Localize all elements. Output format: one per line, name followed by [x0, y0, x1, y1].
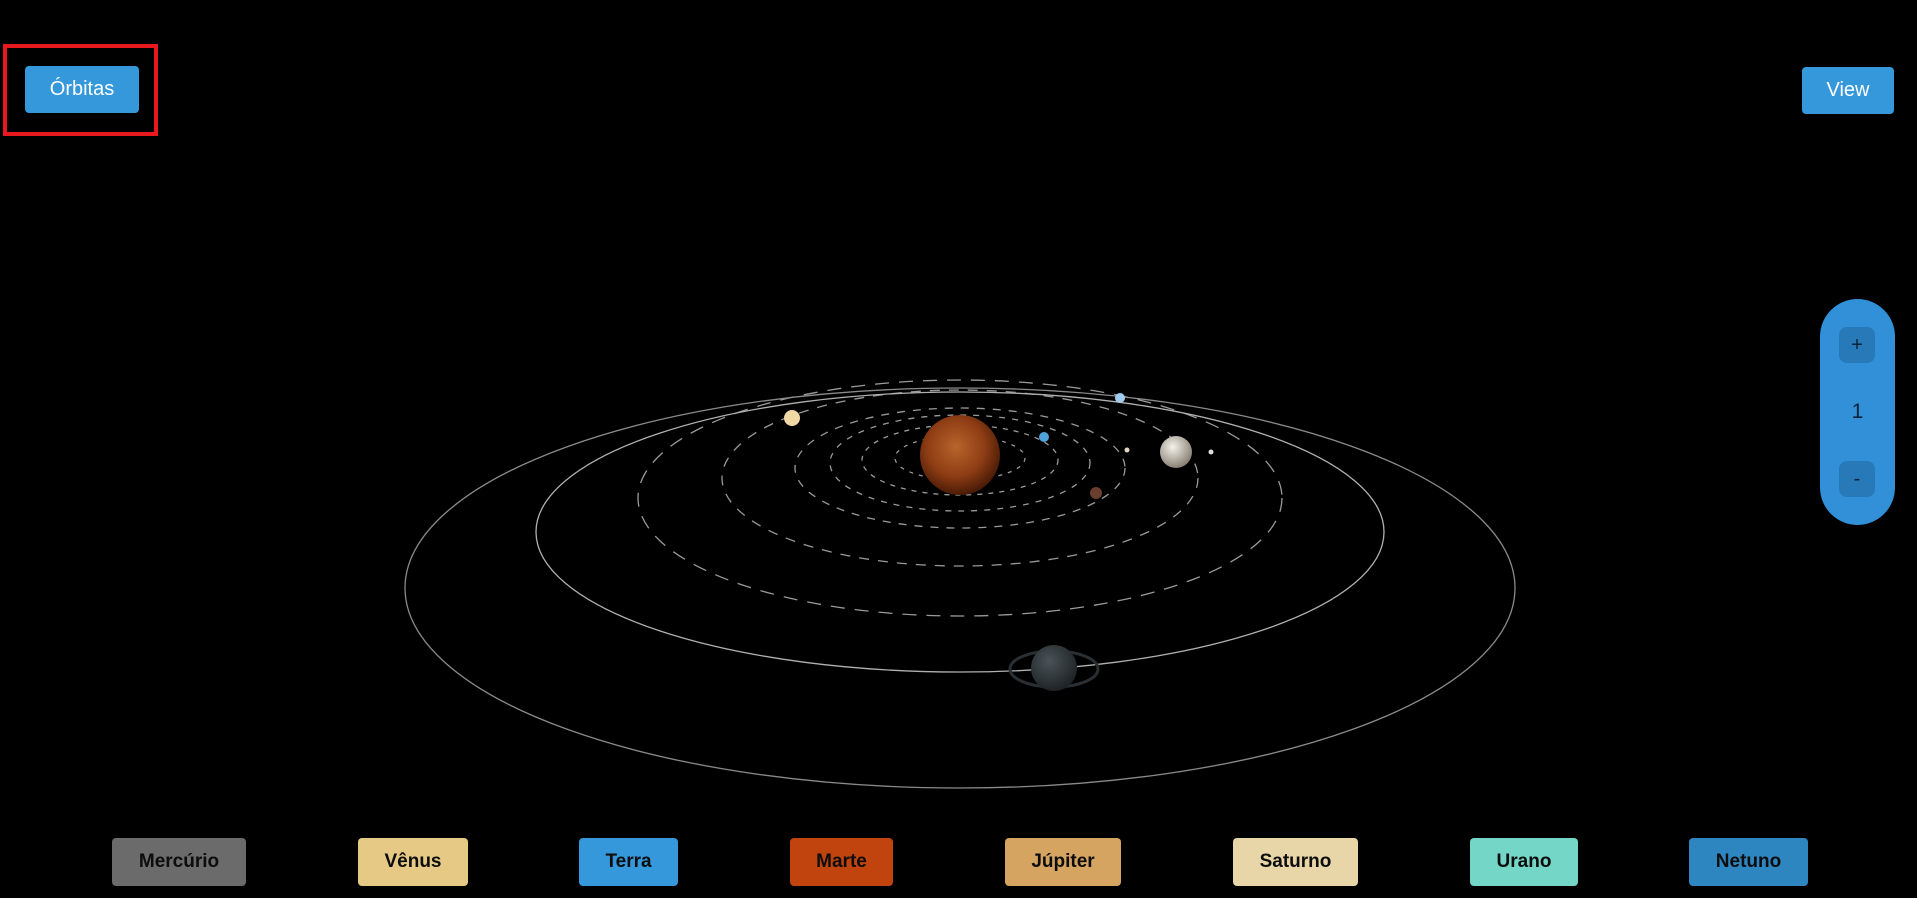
- zoom-in-button[interactable]: +: [1839, 327, 1875, 363]
- planet-button-jupiter[interactable]: Júpiter: [1005, 838, 1121, 886]
- planet-body: [1090, 487, 1102, 499]
- planet-body: [1115, 393, 1125, 403]
- planet-body: [784, 410, 800, 426]
- zoom-out-button[interactable]: -: [1839, 461, 1875, 497]
- planet-button-earth[interactable]: Terra: [579, 838, 678, 886]
- solar-system-scene[interactable]: [0, 0, 1917, 898]
- planet-body: [1160, 436, 1192, 468]
- planet-button-mars[interactable]: Marte: [790, 838, 893, 886]
- planet-button-mercury[interactable]: Mercúrio: [112, 838, 246, 886]
- planet-body: [1124, 447, 1130, 453]
- orbits-toggle-button[interactable]: Órbitas: [25, 66, 139, 113]
- zoom-level-display: 1: [1851, 400, 1864, 423]
- planet-body: [1208, 449, 1214, 455]
- sun: [920, 415, 1000, 495]
- solar-system-app: Órbitas View + 1 - Mercúrio Vênus Terra …: [0, 0, 1917, 898]
- planet-button-venus[interactable]: Vênus: [358, 838, 468, 886]
- zoom-control-panel: + 1 -: [1820, 299, 1895, 525]
- planet-button-saturn[interactable]: Saturno: [1233, 838, 1358, 886]
- planet-button-neptune[interactable]: Netuno: [1689, 838, 1808, 886]
- planet-body: [1031, 645, 1077, 691]
- planet-button-uranus[interactable]: Urano: [1470, 838, 1578, 886]
- view-button[interactable]: View: [1802, 67, 1894, 114]
- planet-body: [1039, 432, 1049, 442]
